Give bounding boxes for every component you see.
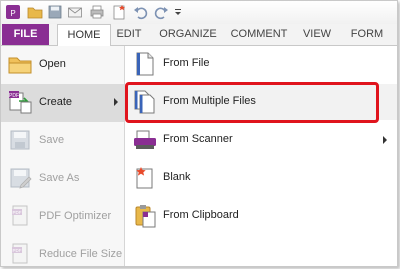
menu-item-reduce-file-size[interactable]: PDF Reduce File Size [1,236,124,266]
svg-text:PDF: PDF [13,248,22,253]
undo-icon[interactable] [133,4,149,20]
submenu-arrow-icon [114,98,118,106]
menu-item-open[interactable]: Open [1,46,124,84]
app-logo-icon: P [5,4,21,20]
folder-icon [7,51,33,77]
svg-text:PDF: PDF [13,210,22,215]
print-icon[interactable] [89,4,105,20]
scanner-icon [133,127,157,153]
menu-item-label: PDF Optimizer [39,210,112,222]
open-folder-icon[interactable] [27,4,43,20]
tab-view[interactable]: VIEW [297,24,337,45]
svg-text:P: P [10,9,15,18]
application-window: P FILE HOME EDIT ORGANIZE COMMENT VIEW F… [0,0,398,267]
submenu-item-label: From File [163,57,210,69]
highlight-annotation-box [125,82,379,123]
new-document-icon[interactable] [111,4,127,20]
submenu-item-label: From Scanner [163,133,233,145]
tab-file[interactable]: FILE [2,24,49,45]
menu-item-label: Open [39,58,66,70]
tab-home[interactable]: HOME [57,24,111,46]
submenu-item-label: Blank [163,171,191,183]
submenu-item-from-clipboard[interactable]: From Clipboard [125,198,397,234]
menu-item-label: Save As [39,172,80,184]
pdf-optimizer-icon: PDF [7,203,33,229]
submenu-item-from-file[interactable]: From File [125,46,397,82]
submenu-item-label: From Clipboard [163,209,239,221]
save-as-icon [7,165,33,191]
tab-form[interactable]: FORM [345,24,389,45]
tab-comment[interactable]: COMMENT [227,24,291,45]
clipboard-icon [133,203,157,229]
document-icon [133,51,157,77]
save-icon [7,127,33,153]
menu-item-pdf-optimizer[interactable]: PDF PDF Optimizer [1,198,124,236]
create-submenu: From File From Multiple Files From Scann… [125,46,397,266]
create-pdf-icon: PDF [7,89,33,115]
tab-edit[interactable]: EDIT [111,24,147,45]
menu-item-label: Reduce File Size [39,248,123,260]
menu-item-save[interactable]: Save [1,122,124,160]
menu-item-save-as[interactable]: Save As [1,160,124,198]
menu-item-label: Save [39,134,65,146]
quick-access-toolbar: P [1,1,397,24]
tab-organize[interactable]: ORGANIZE [155,24,221,45]
file-menu: Open PDF Create Save Save As PDF PDF Opt… [1,46,125,266]
email-icon[interactable] [67,4,83,20]
menu-item-create[interactable]: PDF Create [1,84,124,122]
save-icon[interactable] [47,4,63,20]
reduce-file-size-icon: PDF [7,241,33,266]
blank-page-icon [133,165,157,191]
redo-icon[interactable] [153,4,169,20]
submenu-arrow-icon [383,136,387,144]
ribbon-tabs: FILE HOME EDIT ORGANIZE COMMENT VIEW FOR… [1,24,397,46]
submenu-item-from-scanner[interactable]: From Scanner [125,122,397,158]
menu-item-label: Create [39,96,73,108]
submenu-item-blank[interactable]: Blank [125,160,397,196]
svg-text:PDF: PDF [9,93,19,99]
customize-toolbar-icon[interactable] [173,4,189,20]
